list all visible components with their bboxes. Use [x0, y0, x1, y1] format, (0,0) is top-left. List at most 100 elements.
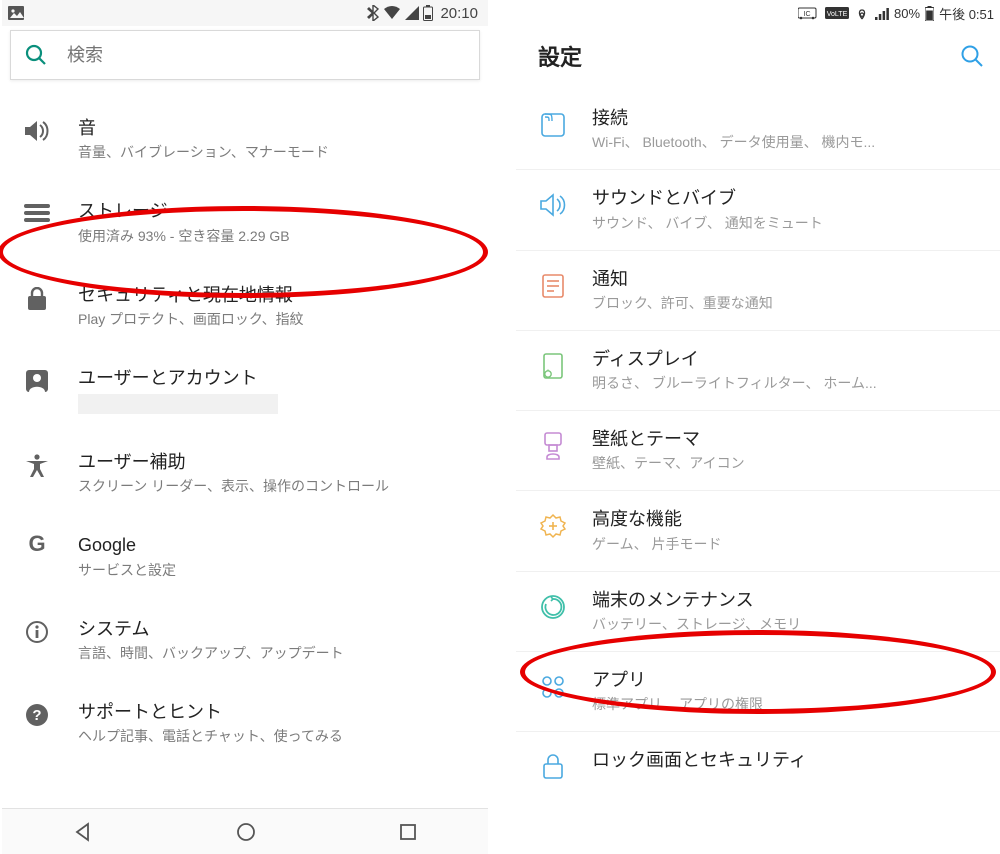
settings-item-accounts[interactable]: ユーザーとアカウント — [2, 348, 488, 432]
settings-item-system[interactable]: システム 言語、時間、バックアップ、アップデート — [2, 599, 488, 682]
settings-item-storage[interactable]: ストレージ 使用済み 93% - 空き容量 2.29 GB — [2, 181, 488, 264]
status-time: 午後 0:51 — [939, 4, 994, 23]
nav-recent-button[interactable] — [399, 823, 417, 841]
item-title: 高度な機能 — [592, 507, 984, 531]
item-title: ストレージ — [78, 199, 468, 223]
item-subtitle: Wi-Fi、 Bluetooth、 データ使用量、 機内モ... — [592, 132, 984, 153]
previous-item-peek — [72, 86, 466, 94]
help-icon: ? — [20, 700, 54, 726]
settings-item-wallpaper[interactable]: 壁紙とテーマ 壁紙、テーマ、アイコン — [516, 411, 1000, 491]
settings-item-connections[interactable]: 接続 Wi-Fi、 Bluetooth、 データ使用量、 機内モ... — [516, 90, 1000, 170]
item-subtitle: サウンド、 バイブ、 通知をミュート — [592, 213, 984, 234]
phone-left: 20:10 音 音量、バイブレーション、マナーモード ストレージ 使用済み — [2, 0, 488, 854]
sound-icon — [536, 188, 570, 222]
picture-icon — [8, 6, 24, 20]
item-title: 端末のメンテナンス — [592, 588, 984, 612]
search-button[interactable] — [960, 44, 984, 68]
item-title: ユーザーとアカウント — [78, 366, 468, 390]
nav-home-button[interactable] — [236, 822, 256, 842]
maintenance-icon — [536, 590, 570, 624]
settings-item-support[interactable]: ? サポートとヒント ヘルプ記事、電話とチャット、使ってみる — [2, 682, 488, 765]
settings-item-sound[interactable]: 音 音量、バイブレーション、マナーモード — [2, 98, 488, 181]
settings-item-sounds[interactable]: サウンドとバイブ サウンド、 バイブ、 通知をミュート — [516, 170, 1000, 250]
wifi-icon — [383, 6, 401, 20]
item-subtitle: 言語、時間、バックアップ、アップデート — [78, 643, 468, 664]
signal-icon — [405, 6, 419, 20]
wallpaper-icon — [536, 429, 570, 463]
settings-item-apps[interactable]: アプリ 標準アプリ、 アプリの権限 — [516, 652, 1000, 732]
battery-icon — [925, 6, 934, 21]
account-icon — [20, 366, 54, 392]
nav-back-button[interactable] — [73, 822, 93, 842]
status-time: 20:10 — [440, 5, 478, 22]
settings-list[interactable]: 接続 Wi-Fi、 Bluetooth、 データ使用量、 機内モ... サウンド… — [516, 90, 1000, 854]
svg-text:?: ? — [32, 707, 41, 724]
settings-item-security[interactable]: セキュリティと現在地情報 Play プロテクト、画面ロック、指紋 — [2, 265, 488, 348]
search-input[interactable] — [65, 44, 465, 67]
settings-item-maintenance[interactable]: 端末のメンテナンス バッテリー、ストレージ、メモリ — [516, 572, 1000, 652]
navigation-bar — [2, 808, 488, 854]
item-subtitle: ブロック、許可、重要な通知 — [592, 293, 984, 314]
signal-icon — [875, 7, 889, 20]
item-title: 壁紙とテーマ — [592, 427, 984, 451]
settings-item-notifications[interactable]: 通知 ブロック、許可、重要な通知 — [516, 251, 1000, 331]
settings-item-google[interactable]: G Google サービスと設定 — [2, 515, 488, 598]
item-subtitle: スクリーン リーダー、表示、操作のコントロール — [78, 476, 468, 497]
search-bar[interactable] — [10, 30, 480, 80]
item-subtitle: ゲーム、 片手モード — [592, 534, 984, 555]
settings-item-lock-security[interactable]: ロック画面とセキュリティ — [516, 732, 1000, 784]
item-subtitle — [78, 394, 278, 414]
info-icon — [20, 617, 54, 643]
google-icon: G — [20, 533, 54, 555]
felica-icon: IC — [798, 6, 820, 20]
item-title: ユーザー補助 — [78, 450, 468, 474]
item-title: サウンドとバイブ — [592, 186, 984, 210]
apps-icon — [536, 670, 570, 704]
item-title: サポートとヒント — [78, 700, 468, 724]
item-subtitle: ヘルプ記事、電話とチャット、使ってみる — [78, 726, 468, 747]
status-bar: 20:10 — [2, 0, 488, 26]
lock-icon — [20, 283, 54, 311]
advanced-icon — [536, 509, 570, 543]
settings-item-display[interactable]: ディスプレイ 明るさ、 ブルーライトフィルター、 ホーム... — [516, 331, 1000, 411]
wifi-icon — [854, 7, 870, 20]
item-title: 音 — [78, 116, 468, 140]
settings-list[interactable]: 音 音量、バイブレーション、マナーモード ストレージ 使用済み 93% - 空き… — [2, 86, 488, 808]
item-subtitle: 壁紙、テーマ、アイコン — [592, 453, 984, 474]
battery-label: 80% — [894, 6, 920, 21]
item-title: システム — [78, 617, 468, 641]
lock-security-icon — [536, 750, 570, 784]
phone-right: IC VoLTE 80% 午後 0:51 設定 接続 Wi-Fi、 — [516, 0, 1000, 854]
item-subtitle: バッテリー、ストレージ、メモリ — [592, 614, 984, 635]
item-title: Google — [78, 533, 468, 557]
item-subtitle: 使用済み 93% - 空き容量 2.29 GB — [78, 226, 468, 247]
settings-item-accessibility[interactable]: ユーザー補助 スクリーン リーダー、表示、操作のコントロール — [2, 432, 488, 515]
battery-icon — [423, 5, 433, 21]
display-icon — [536, 349, 570, 383]
item-subtitle: 明るさ、 ブルーライトフィルター、 ホーム... — [592, 373, 984, 394]
storage-icon — [20, 199, 54, 223]
item-title: 通知 — [592, 267, 984, 291]
item-subtitle: Play プロテクト、画面ロック、指紋 — [78, 309, 468, 330]
volte-icon: VoLTE — [825, 7, 849, 19]
search-icon — [25, 44, 47, 66]
connections-icon — [536, 108, 570, 142]
item-subtitle: 標準アプリ、 アプリの権限 — [592, 694, 984, 715]
item-title: ロック画面とセキュリティ — [592, 748, 984, 772]
svg-text:VoLTE: VoLTE — [827, 11, 848, 18]
sound-icon — [20, 116, 54, 142]
item-subtitle: サービスと設定 — [78, 560, 468, 581]
settings-header: 設定 — [516, 26, 1000, 90]
item-title: ディスプレイ — [592, 347, 984, 371]
item-title: 接続 — [592, 106, 984, 130]
settings-item-advanced[interactable]: 高度な機能 ゲーム、 片手モード — [516, 491, 1000, 571]
svg-text:IC: IC — [804, 11, 811, 18]
notifications-icon — [536, 269, 570, 303]
status-bar: IC VoLTE 80% 午後 0:51 — [516, 0, 1000, 26]
page-title: 設定 — [538, 40, 582, 72]
item-subtitle: 音量、バイブレーション、マナーモード — [78, 142, 468, 163]
accessibility-icon — [20, 450, 54, 478]
item-title: アプリ — [592, 668, 984, 692]
item-title: セキュリティと現在地情報 — [78, 283, 468, 307]
bluetooth-icon — [367, 5, 379, 21]
